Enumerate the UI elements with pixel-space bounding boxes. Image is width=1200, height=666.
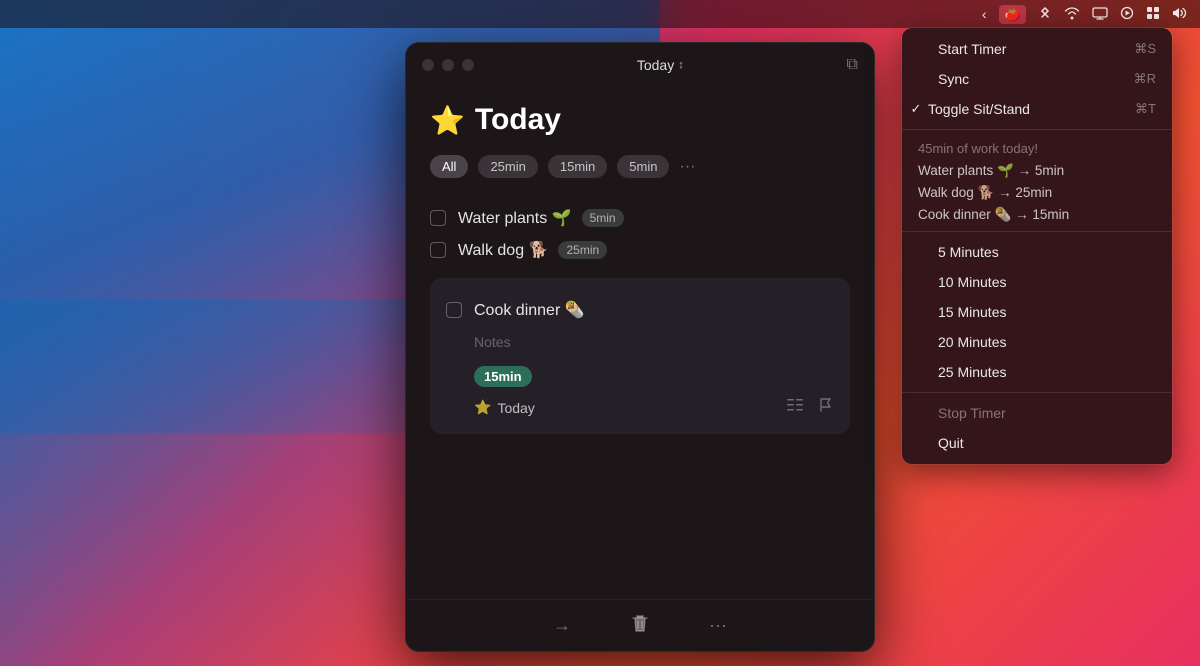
task-label-walk-dog: Walk dog 🐕 25min <box>458 240 607 260</box>
filter-15min[interactable]: 15min <box>548 155 607 178</box>
task-card-cook-dinner: Cook dinner 🌯 Notes 15min ⭐ Today <box>430 278 850 434</box>
menu-item-15min-left: 15 Minutes <box>918 304 1006 320</box>
window-maximize-btn[interactable] <box>462 59 474 71</box>
menu-shortcut-start-timer: ⌘S <box>1134 41 1156 57</box>
menu-item-start-timer-left: Start Timer <box>918 41 1006 57</box>
today-emoji: ⭐ <box>474 399 491 416</box>
menu-item-toggle-left: ✓ Toggle Sit/Stand <box>908 101 1030 117</box>
filter-row: All 25min 15min 5min ··· <box>430 155 850 178</box>
volume-icon[interactable] <box>1172 6 1188 23</box>
task-item-walk-dog: Walk dog 🐕 25min <box>430 234 850 266</box>
menu-label-toggle: Toggle Sit/Stand <box>928 101 1030 117</box>
filter-all[interactable]: All <box>430 155 468 178</box>
window-minimize-btn[interactable] <box>442 59 454 71</box>
task-label-cook-dinner: Cook dinner 🌯 <box>474 300 585 320</box>
dropdown-menu: Start Timer ⌘S Sync ⌘R ✓ Toggle Sit/Stan… <box>902 28 1172 464</box>
menu-item-20min[interactable]: 20 Minutes <box>902 327 1172 357</box>
display-icon[interactable] <box>1092 6 1108 23</box>
task-item-cook-dinner: Cook dinner 🌯 <box>446 294 834 326</box>
bottom-arrow-icon[interactable]: → <box>553 615 571 636</box>
page-title-row: ⭐ Today <box>430 103 850 137</box>
bottom-trash-icon[interactable] <box>631 613 649 638</box>
bluetooth-icon[interactable] <box>1038 6 1052 23</box>
menu-separator-3 <box>902 392 1172 393</box>
menu-label-5min: 5 Minutes <box>938 244 999 260</box>
menu-bar-icons: ‹ 🍅 <box>982 5 1188 24</box>
menu-item-sync-left: Sync <box>918 71 969 87</box>
menu-separator-2 <box>902 231 1172 232</box>
menu-item-10min[interactable]: 10 Minutes <box>902 267 1172 297</box>
menu-label-10min: 10 Minutes <box>938 274 1006 290</box>
menu-shortcut-sync: ⌘R <box>1134 71 1156 87</box>
task-item-water-plants: Water plants 🌱 5min <box>430 202 850 234</box>
menu-separator-1 <box>902 129 1172 130</box>
filter-5min[interactable]: 5min <box>617 155 669 178</box>
menu-item-stop-timer-left: Stop Timer <box>918 405 1006 421</box>
menu-item-5min[interactable]: 5 Minutes <box>902 237 1172 267</box>
task-checkbox-water-plants[interactable] <box>430 210 446 226</box>
window-title-text: Today <box>637 57 674 73</box>
filter-more-button[interactable]: ··· <box>679 158 695 176</box>
wifi-icon[interactable] <box>1064 6 1080 23</box>
grid-icon[interactable] <box>1146 6 1160 23</box>
menu-item-quit-left: Quit <box>918 435 964 451</box>
task-today-row: ⭐ Today <box>474 397 834 418</box>
menu-label-stop-timer: Stop Timer <box>938 405 1006 421</box>
menu-item-sync[interactable]: Sync ⌘R <box>902 64 1172 94</box>
menu-label-15min: 15 Minutes <box>938 304 1006 320</box>
today-text: Today <box>497 400 534 416</box>
task-flag-icon[interactable] <box>818 397 834 418</box>
tomato-app-icon[interactable]: 🍅 <box>999 5 1026 24</box>
menu-item-start-timer[interactable]: Start Timer ⌘S <box>902 34 1172 64</box>
menu-label-start-timer: Start Timer <box>938 41 1006 57</box>
menu-check-toggle: ✓ <box>908 101 924 117</box>
menu-label-sync: Sync <box>938 71 969 87</box>
menu-item-25min-left: 25 Minutes <box>918 364 1006 380</box>
window-copy-icon[interactable]: ⧉ <box>847 56 858 74</box>
task-today-label: ⭐ Today <box>474 399 535 416</box>
task-time-badge: 15min <box>474 366 532 387</box>
menu-item-5min-left: 5 Minutes <box>918 244 999 260</box>
menu-item-quit[interactable]: Quit <box>902 428 1172 458</box>
bottom-dots-icon[interactable]: ··· <box>709 615 727 636</box>
window-title[interactable]: Today ↕ <box>637 57 684 73</box>
window-controls <box>422 59 474 71</box>
menu-label-20min: 20 Minutes <box>938 334 1006 350</box>
task-badge-water-plants: 5min <box>582 209 624 227</box>
menu-item-25min[interactable]: 25 Minutes <box>902 357 1172 387</box>
task-notes: Notes <box>474 334 834 350</box>
play-icon[interactable] <box>1120 6 1134 23</box>
filter-25min[interactable]: 25min <box>478 155 537 178</box>
menu-section-header-work: 45min of work today! <box>902 135 1172 160</box>
menu-summary-walk-dog: Walk dog 🐕 → 25min <box>902 182 1172 204</box>
menu-bar: ‹ 🍅 <box>0 0 1200 28</box>
menu-item-stop-timer[interactable]: Stop Timer <box>902 398 1172 428</box>
task-list-icon[interactable] <box>786 397 804 418</box>
task-card-actions <box>786 397 834 418</box>
task-checkbox-walk-dog[interactable] <box>430 242 446 258</box>
page-title: Today <box>475 103 561 137</box>
menu-summary-cook-dinner: Cook dinner 🌯 → 15min <box>902 204 1172 226</box>
chevron-left-icon[interactable]: ‹ <box>982 6 987 22</box>
window-content: ⭐ Today All 25min 15min 5min ··· Water p… <box>406 87 874 450</box>
task-checkbox-cook-dinner[interactable] <box>446 302 462 318</box>
menu-summary-water-plants: Water plants 🌱 → 5min <box>902 160 1172 182</box>
window-titlebar: Today ↕ ⧉ <box>406 43 874 87</box>
menu-label-25min: 25 Minutes <box>938 364 1006 380</box>
menu-label-quit: Quit <box>938 435 964 451</box>
menu-shortcut-toggle: ⌘T <box>1135 101 1156 117</box>
app-window: Today ↕ ⧉ ⭐ Today All 25min 15min 5min ·… <box>405 42 875 652</box>
menu-item-toggle-sit-stand[interactable]: ✓ Toggle Sit/Stand ⌘T <box>902 94 1172 124</box>
window-bottombar: → ··· <box>406 599 874 651</box>
window-title-arrow: ↕ <box>678 59 684 71</box>
window-close-btn[interactable] <box>422 59 434 71</box>
menu-item-15min[interactable]: 15 Minutes <box>902 297 1172 327</box>
menu-item-10min-left: 10 Minutes <box>918 274 1006 290</box>
task-badge-walk-dog: 25min <box>558 241 607 259</box>
task-label-water-plants: Water plants 🌱 5min <box>458 208 624 228</box>
menu-item-20min-left: 20 Minutes <box>918 334 1006 350</box>
page-title-emoji: ⭐ <box>430 104 465 137</box>
